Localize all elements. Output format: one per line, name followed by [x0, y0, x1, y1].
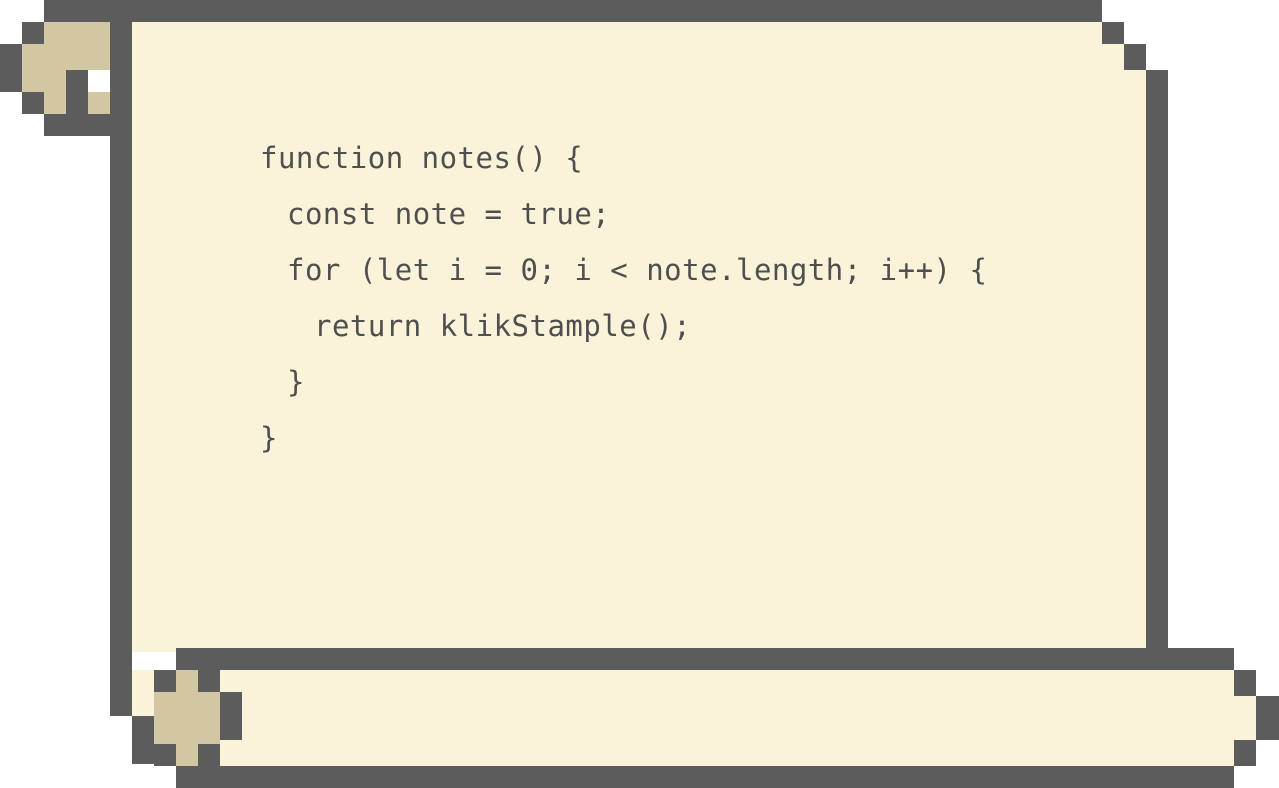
code-line: return klikStample(); — [314, 309, 692, 343]
code-line: function notes() { — [260, 141, 584, 175]
bottom-roll — [110, 648, 1279, 788]
top-left-curl — [0, 22, 110, 136]
code-line: const note = true; — [287, 197, 611, 231]
code-line: for (let i = 0; i < note.length; i++) { — [287, 253, 988, 287]
code-snippet: function notes() { const note = true; for … — [260, 130, 1120, 466]
scroll-note: function notes() { const note = true; for … — [0, 0, 1279, 788]
code-line: } — [287, 365, 305, 399]
code-line: } — [260, 421, 278, 455]
